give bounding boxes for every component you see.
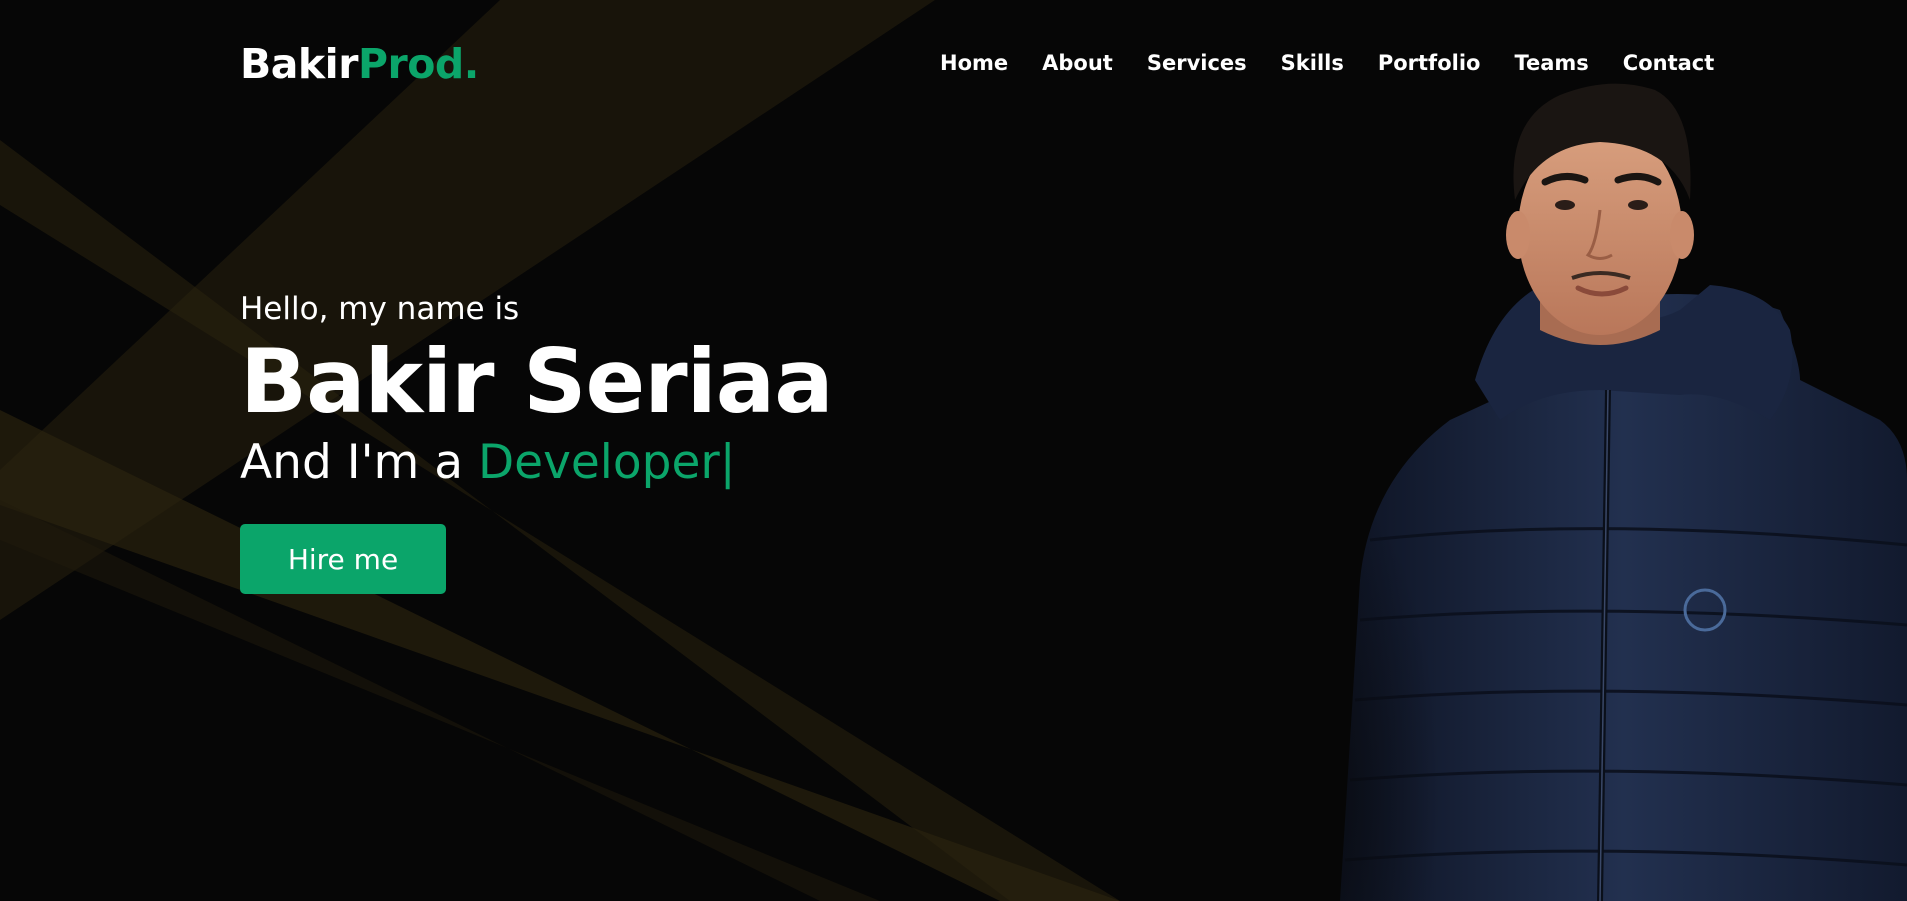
hero-role-typed: Developer|: [477, 435, 736, 490]
hero-name: Bakir Seriaa: [240, 330, 834, 433]
brand-logo[interactable]: BakirProd.: [240, 36, 479, 92]
brand-logo-part2: Prod.: [357, 40, 479, 88]
hero-page: BakirProd. Home About Services Skills Po…: [0, 0, 1907, 901]
nav-link-about[interactable]: About: [1042, 48, 1113, 78]
brand-logo-part1: Bakir: [240, 40, 358, 88]
person-portrait-image: [1300, 83, 1907, 901]
nav-link-home[interactable]: Home: [940, 48, 1008, 78]
hire-me-button[interactable]: Hire me: [240, 524, 446, 594]
hero-role-prefix: And I'm a: [240, 435, 478, 490]
nav-link-teams[interactable]: Teams: [1514, 48, 1588, 78]
nav-menu: Home About Services Skills Portfolio Tea…: [940, 48, 1714, 78]
hero-greeting: Hello, my name is: [240, 291, 520, 327]
nav-link-contact[interactable]: Contact: [1623, 48, 1715, 78]
nav-link-skills[interactable]: Skills: [1281, 48, 1344, 78]
hero-role-line: And I'm a Developer|: [240, 433, 833, 493]
nav-link-portfolio[interactable]: Portfolio: [1378, 48, 1481, 78]
nav-link-services[interactable]: Services: [1147, 48, 1247, 78]
navbar: BakirProd. Home About Services Skills Po…: [0, 0, 1907, 126]
hero-content: Hello, my name is Bakir Seriaa And I'm a…: [240, 285, 834, 594]
